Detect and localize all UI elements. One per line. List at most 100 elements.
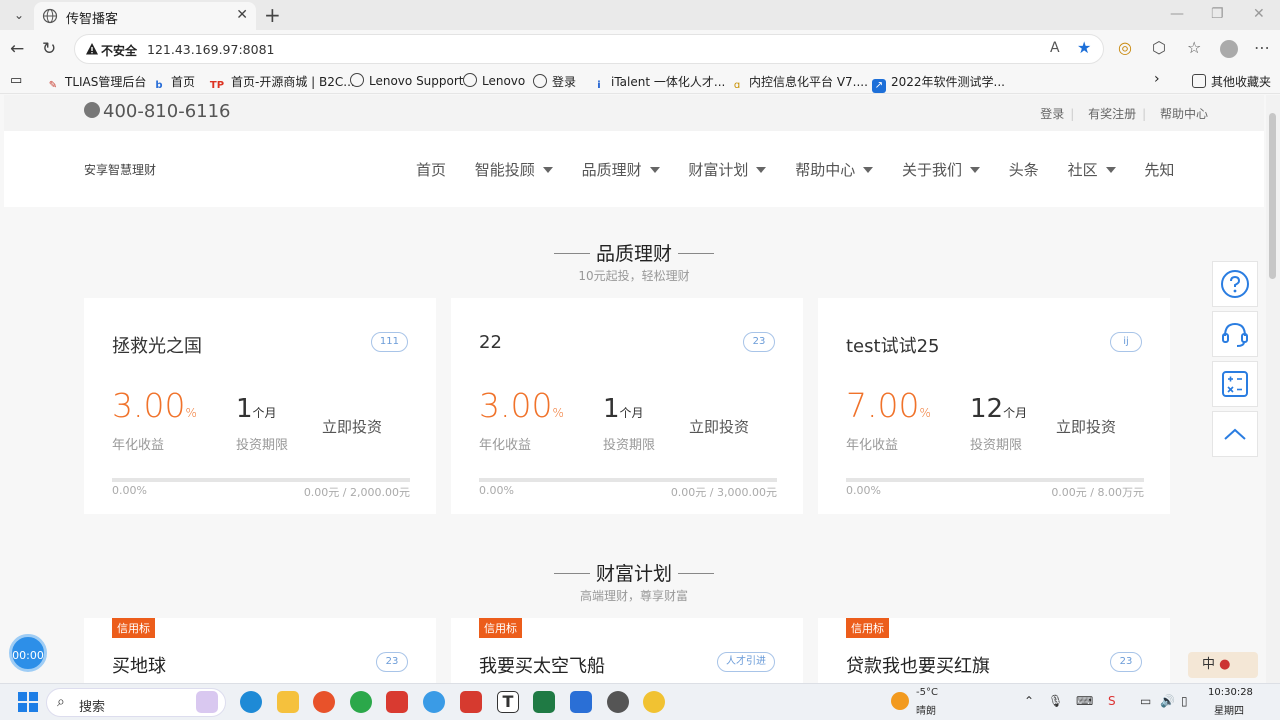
extension-icon[interactable]: ◎ [1118,38,1132,57]
help-question-icon[interactable] [1212,261,1258,307]
tab-list-chevron-icon[interactable]: ⌄ [10,6,28,24]
reading-list-icon[interactable]: ▭ [10,73,22,88]
brand-logo-text[interactable]: 安享智慧理财 [84,161,156,178]
progress-amount: 0.00元 / 3,000.00元 [670,486,777,499]
maximize-icon[interactable]: ❐ [1211,6,1224,22]
globe-icon [533,74,547,88]
firefox-icon[interactable] [313,691,335,713]
other-bookmarks[interactable]: 其他收藏夹 [1192,73,1271,90]
app-tray-icon[interactable]: S [1108,694,1116,708]
bookmark-item[interactable]: ✎ TLIAS管理后台 [46,73,147,93]
customer-service-headset-icon[interactable] [1212,311,1258,357]
plan-name: 买地球 [112,656,166,677]
nav-prophet[interactable]: 先知 [1144,159,1174,180]
invest-now-button[interactable]: 立即投资 [689,416,749,437]
tray-chevron-up-icon[interactable]: ⌃ [1024,694,1034,708]
globe-icon [463,73,477,87]
new-tab-plus-icon[interactable]: + [264,3,281,27]
register-link[interactable]: 有奖注册 [1088,107,1136,121]
read-aloud-icon[interactable]: A [1050,40,1060,56]
favorites-icon[interactable]: ☆ [1187,38,1201,57]
plan-name: 贷款我也要买红旗 [846,656,990,677]
network-icon[interactable]: ▭ [1140,694,1151,708]
ime-indicator[interactable]: 中 ● [1188,652,1258,678]
browser-tab[interactable]: 传智播客 ✕ [34,2,256,30]
back-to-top-chevron-up-icon[interactable] [1212,411,1258,457]
bookmark-item[interactable]: TP 首页-开源商城 | B2C... [208,73,355,93]
bookmark-item[interactable]: ɑ 内控信息化平台 V7.... [730,73,868,93]
widgets-icon[interactable] [196,691,218,713]
nav-wealth-plan[interactable]: 财富计划 [688,159,767,180]
url-text: 121.43.169.97:8081 [147,42,275,57]
edge-icon[interactable] [240,691,262,713]
bookmark-favicon-icon: TP [209,80,225,91]
excel-icon[interactable] [533,691,555,713]
invest-now-button[interactable]: 立即投资 [322,416,382,437]
hotline: 400-810-6116 [84,101,231,122]
back-arrow-icon[interactable]: ← [10,39,24,59]
reload-icon[interactable]: ↻ [42,39,56,59]
plan-card[interactable]: 信用标 买地球 23 [84,618,436,683]
nav-help-center[interactable]: 帮助中心 [795,159,874,180]
annual-rate-label: 年化收益 [479,438,532,453]
windows-start-icon[interactable] [18,692,38,712]
more-menu-icon[interactable]: ⋯ [1254,38,1270,57]
bookmark-item[interactable]: ↗ 2022年软件测试学... [872,73,1005,93]
help-link[interactable]: 帮助中心 [1160,107,1208,121]
chevron-right-icon[interactable]: › [1154,71,1160,87]
close-window-icon[interactable]: ✕ [1253,6,1265,22]
battery-icon[interactable]: ▯ [1181,694,1188,708]
profile-avatar[interactable] [1220,40,1238,58]
plan-card[interactable]: 信用标 贷款我也要买红旗 23 [818,618,1170,683]
nav-home[interactable]: 首页 [416,159,446,180]
app-icon[interactable] [386,691,408,713]
product-card[interactable]: 拯救光之国 111 3.00% 年化收益 1个月 投资期限 立即投资 0.00%… [84,298,436,514]
close-tab-icon[interactable]: ✕ [236,7,248,23]
term: 12个月 [970,394,1028,424]
caret-down-icon [756,167,767,173]
scrollbar-thumb[interactable] [1269,113,1276,279]
minimize-icon[interactable]: — [1170,6,1184,22]
typora-icon[interactable]: T [497,691,519,713]
term: 1个月 [603,394,644,424]
bookmark-item[interactable]: i iTalent 一体化人才... [592,73,725,93]
section-subtitle-wealth: 高端理财，尊享财富 [579,589,688,603]
clock-app-icon[interactable] [607,691,629,713]
clock-time[interactable]: 10:30:28 [1208,687,1253,698]
login-link[interactable]: 登录 [1040,107,1064,121]
plan-card[interactable]: 信用标 我要买太空飞船 人才引进 [451,618,803,683]
chrome-icon[interactable] [350,691,372,713]
nav-headlines[interactable]: 头条 [1009,159,1039,180]
tab-title: 传智播客 [66,12,119,27]
weather-desc: 晴朗 [916,706,936,717]
weather-sun-icon[interactable] [891,692,909,710]
nav-smart-advisor[interactable]: 智能投顾 [475,159,553,180]
nav-about-us[interactable]: 关于我们 [902,159,980,180]
extensions-puzzle-icon[interactable]: ⬡ [1152,38,1166,57]
input-method-icon[interactable]: ⌨ [1076,694,1093,708]
page-scrollbar[interactable] [1266,95,1280,683]
recording-timer[interactable]: 00:00 [9,634,47,672]
product-card[interactable]: test试试25 ij 7.00% 年化收益 12个月 投资期限 立即投资 0.… [818,298,1170,514]
invest-now-button[interactable]: 立即投资 [1056,416,1116,437]
term-label: 投资期限 [603,438,656,453]
microphone-icon[interactable]: 🎙 [1048,694,1063,708]
app-icon[interactable] [643,691,665,713]
app-icon[interactable] [423,691,445,713]
product-card[interactable]: 22 23 3.00% 年化收益 1个月 投资期限 立即投资 0.00% 0.0… [451,298,803,514]
bookmark-item[interactable]: b 首页 [152,73,195,93]
volume-icon[interactable]: 🔊 [1160,694,1175,708]
app-icon[interactable] [570,691,592,713]
url-input[interactable]: 不安全 121.43.169.97:8081 A ★ [74,34,1104,64]
favorite-star-icon[interactable]: ★ [1077,38,1091,57]
bookmark-item[interactable]: Lenovo Support [350,73,464,88]
section-subtitle-quality: 10元起投，轻松理财 [578,269,690,283]
xmind-icon[interactable] [460,691,482,713]
file-explorer-icon[interactable] [277,691,299,713]
caret-down-icon [542,167,553,173]
nav-community[interactable]: 社区 [1068,159,1116,180]
nav-quality-finance[interactable]: 品质理财 [582,159,660,180]
calculator-icon[interactable] [1212,361,1258,407]
bookmark-item[interactable]: 登录 [533,73,576,90]
bookmark-item[interactable]: Lenovo [463,73,525,88]
